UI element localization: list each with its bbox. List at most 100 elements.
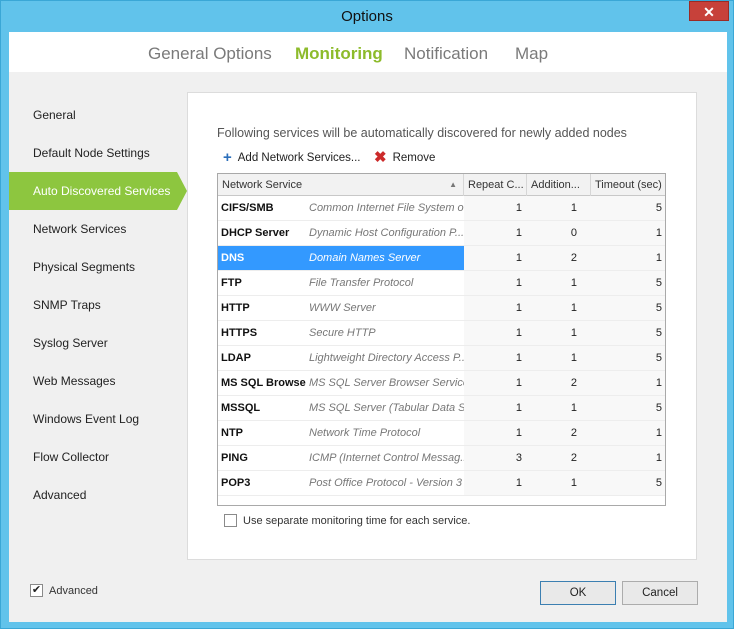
- table-row[interactable]: HTTPS Secure HTTP 1 1 5: [218, 321, 665, 346]
- service-description-cell: Post Office Protocol - Version 3: [309, 477, 463, 489]
- tab-general-options[interactable]: General Options: [148, 44, 272, 64]
- column-header-network-service[interactable]: Network Service ▲: [218, 174, 464, 196]
- column-header-label: Network Service: [222, 179, 303, 191]
- repeat-count-cell: 1: [464, 371, 527, 395]
- tab-notification[interactable]: Notification: [404, 44, 488, 64]
- service-name-cell: DHCP Server: [221, 227, 290, 239]
- options-window: Options ✕ General Options Monitoring Not…: [0, 0, 734, 629]
- repeat-count-cell: 1: [464, 221, 527, 245]
- column-header-timeout[interactable]: Timeout (sec): [591, 174, 665, 196]
- service-name-cell: HTTP: [221, 302, 250, 314]
- table-row[interactable]: DHCP Server Dynamic Host Configuration P.…: [218, 221, 665, 246]
- title-bar[interactable]: Options ✕: [1, 1, 733, 32]
- timeout-cell: 5: [591, 346, 665, 370]
- service-description-cell: MS SQL Server (Tabular Data St...: [309, 402, 464, 414]
- ok-button[interactable]: OK: [540, 581, 616, 605]
- sidebar-item-flow-collector[interactable]: Flow Collector: [9, 438, 187, 476]
- sidebar-item-web-messages[interactable]: Web Messages: [9, 362, 187, 400]
- sidebar-item-advanced[interactable]: Advanced: [9, 476, 187, 514]
- separate-monitoring-time-label: Use separate monitoring time for each se…: [243, 514, 471, 527]
- repeat-count-cell: 1: [464, 346, 527, 370]
- additional-cell: 2: [527, 446, 591, 470]
- repeat-count-cell: 1: [464, 296, 527, 320]
- repeat-count-cell: 1: [464, 196, 527, 220]
- additional-cell: 1: [527, 196, 591, 220]
- sidebar-item-snmp-traps[interactable]: SNMP Traps: [9, 286, 187, 324]
- service-name-cell: MSSQL: [221, 402, 261, 414]
- additional-cell: 1: [527, 396, 591, 420]
- plus-icon: +: [223, 149, 232, 166]
- remove-button[interactable]: ✖ Remove: [374, 150, 435, 165]
- tab-monitoring[interactable]: Monitoring: [295, 44, 383, 64]
- tab-map[interactable]: Map: [515, 44, 548, 64]
- table-row[interactable]: MS SQL Browser MS SQL Server Browser Serv…: [218, 371, 665, 396]
- additional-cell: 1: [527, 346, 591, 370]
- repeat-count-cell: 1: [464, 396, 527, 420]
- timeout-cell: 1: [591, 246, 665, 270]
- top-tab-bar: General Options Monitoring Notification …: [9, 32, 727, 72]
- service-description-cell: Lightweight Directory Access P...: [309, 352, 464, 364]
- table-row[interactable]: HTTP WWW Server 1 1 5: [218, 296, 665, 321]
- panel-description: Following services will be automatically…: [217, 126, 627, 140]
- service-name-cell: LDAP: [221, 352, 251, 364]
- advanced-label: Advanced: [49, 584, 98, 597]
- timeout-cell: 5: [591, 321, 665, 345]
- sort-ascending-icon: ▲: [449, 180, 457, 189]
- table-row[interactable]: LDAP Lightweight Directory Access P... 1 1 5: [218, 346, 665, 371]
- sidebar-item-physical-segments[interactable]: Physical Segments: [9, 248, 187, 286]
- table-row[interactable]: MSSQL MS SQL Server (Tabular Data St... 1 1…: [218, 396, 665, 421]
- service-name-cell: PING: [221, 452, 248, 464]
- timeout-cell: 1: [591, 421, 665, 445]
- timeout-cell: 5: [591, 271, 665, 295]
- service-description-cell: WWW Server: [309, 302, 376, 314]
- window-title: Options: [341, 8, 393, 25]
- table-row[interactable]: CIFS/SMB Common Internet File System o...…: [218, 196, 665, 221]
- repeat-count-cell: 3: [464, 446, 527, 470]
- service-name-cell: MS SQL Browser: [221, 377, 306, 389]
- dialog-body: General Options Monitoring Notification …: [9, 32, 727, 622]
- timeout-cell: 1: [591, 371, 665, 395]
- sidebar-item-windows-event-log[interactable]: Windows Event Log: [9, 400, 187, 438]
- column-header-repeat-count[interactable]: Repeat C...: [464, 174, 527, 196]
- timeout-cell: 5: [591, 471, 665, 495]
- timeout-cell: 5: [591, 396, 665, 420]
- separate-monitoring-time-checkbox-row[interactable]: Use separate monitoring time for each se…: [224, 514, 470, 527]
- service-name-cell: FTP: [221, 277, 242, 289]
- table-row[interactable]: DNS Domain Names Server 1 2 1: [218, 246, 665, 271]
- sidebar-item-default-node-settings[interactable]: Default Node Settings: [9, 134, 187, 172]
- sidebar-item-auto-discovered-services[interactable]: Auto Discovered Services: [9, 172, 187, 210]
- auto-discovered-services-panel: Following services will be automatically…: [187, 92, 697, 560]
- services-table[interactable]: Network Service ▲ Repeat C... Addition..…: [217, 173, 666, 506]
- column-header-additional[interactable]: Addition...: [527, 174, 591, 196]
- advanced-checkbox-row[interactable]: ✔ Advanced: [30, 584, 98, 597]
- repeat-count-cell: 1: [464, 246, 527, 270]
- service-description-cell: Domain Names Server: [306, 246, 464, 270]
- add-network-services-button[interactable]: + Add Network Services...: [223, 149, 360, 166]
- service-description-cell: Network Time Protocol: [309, 427, 421, 439]
- table-row[interactable]: POP3 Post Office Protocol - Version 3115: [218, 471, 665, 496]
- service-name-cell: CIFS/SMB: [221, 202, 274, 214]
- table-row[interactable]: NTP Network Time Protocol 1 2 1: [218, 421, 665, 446]
- repeat-count-cell: 1: [464, 421, 527, 445]
- table-row[interactable]: PING ICMP (Internet Control Messag... 3 2 1: [218, 446, 665, 471]
- service-description-cell: Common Internet File System o...: [309, 202, 464, 214]
- additional-cell: 2: [527, 371, 591, 395]
- service-description-cell: Secure HTTP: [309, 327, 376, 339]
- repeat-count-cell: 1: [464, 271, 527, 295]
- timeout-cell: 1: [591, 446, 665, 470]
- close-button[interactable]: ✕: [689, 1, 729, 21]
- sidebar-item-syslog-server[interactable]: Syslog Server: [9, 324, 187, 362]
- additional-cell: 1: [527, 471, 591, 495]
- cancel-button[interactable]: Cancel: [622, 581, 698, 605]
- separate-monitoring-time-checkbox[interactable]: [224, 514, 237, 527]
- timeout-cell: 5: [591, 296, 665, 320]
- service-description-cell: File Transfer Protocol: [309, 277, 414, 289]
- repeat-count-cell: 1: [464, 321, 527, 345]
- sidebar-item-network-services[interactable]: Network Services: [9, 210, 187, 248]
- additional-cell: 1: [527, 296, 591, 320]
- sidebar-item-general[interactable]: General: [9, 96, 187, 134]
- table-row[interactable]: FTP File Transfer Protocol 1 1 5: [218, 271, 665, 296]
- close-icon[interactable]: ✕: [703, 4, 715, 20]
- advanced-checkbox[interactable]: ✔: [30, 584, 43, 597]
- service-description-cell: Dynamic Host Configuration P...: [309, 227, 464, 239]
